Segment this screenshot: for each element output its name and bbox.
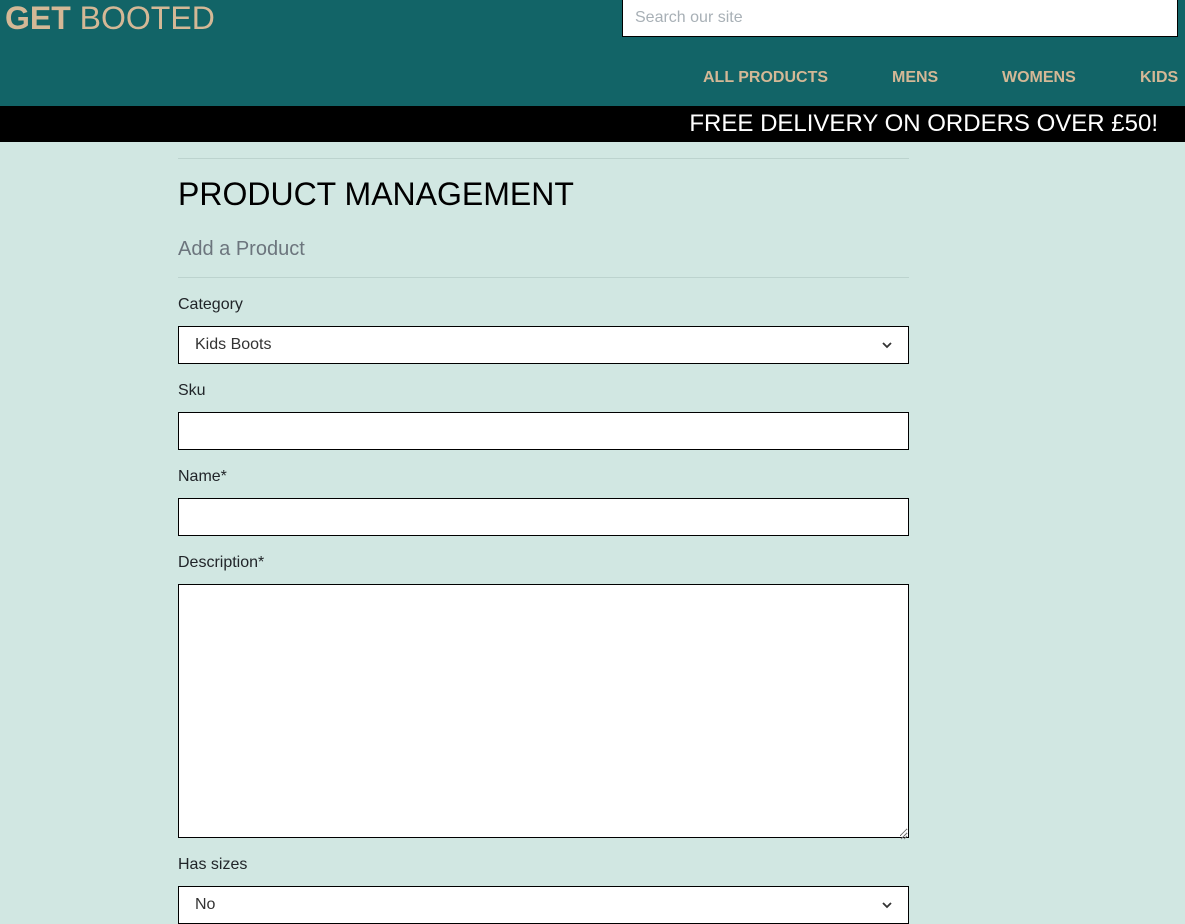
promo-banner: FREE DELIVERY ON ORDERS OVER £50! — [0, 106, 1185, 142]
name-label: Name* — [178, 468, 227, 485]
promo-banner-text: FREE DELIVERY ON ORDERS OVER £50! — [689, 110, 1158, 137]
site-header: GET BOOTED ALL PRODUCTS MENS WOMENS KIDS — [0, 0, 1185, 106]
chevron-down-icon — [882, 899, 892, 911]
has-sizes-select[interactable]: No — [178, 886, 909, 924]
description-textarea[interactable] — [178, 584, 909, 838]
page-title: PRODUCT MANAGEMENT — [178, 176, 574, 212]
category-select[interactable]: Kids Boots — [178, 326, 909, 364]
has-sizes-label: Has sizes — [178, 856, 248, 873]
logo-booted: BOOTED — [79, 0, 215, 36]
description-wrapper — [178, 584, 909, 840]
nav-kids[interactable]: KIDS — [1140, 68, 1178, 88]
nav-mens[interactable]: MENS — [892, 68, 938, 88]
description-label: Description* — [178, 554, 265, 571]
sku-input[interactable] — [178, 412, 909, 450]
sku-label: Sku — [178, 382, 206, 399]
resize-grip-icon[interactable] — [898, 827, 908, 840]
has-sizes-selected-value: No — [195, 896, 216, 913]
page-subtitle: Add a Product — [178, 238, 305, 260]
name-input[interactable] — [178, 498, 909, 536]
divider-top — [178, 158, 909, 159]
chevron-down-icon — [882, 339, 892, 351]
logo-get: GET — [5, 0, 71, 36]
nav-all-products[interactable]: ALL PRODUCTS — [703, 68, 828, 88]
category-selected-value: Kids Boots — [195, 336, 272, 353]
nav-womens[interactable]: WOMENS — [1002, 68, 1076, 88]
divider-mid — [178, 277, 909, 278]
site-logo[interactable]: GET BOOTED — [5, 0, 215, 36]
search-input[interactable] — [622, 0, 1178, 37]
category-label: Category — [178, 296, 243, 313]
